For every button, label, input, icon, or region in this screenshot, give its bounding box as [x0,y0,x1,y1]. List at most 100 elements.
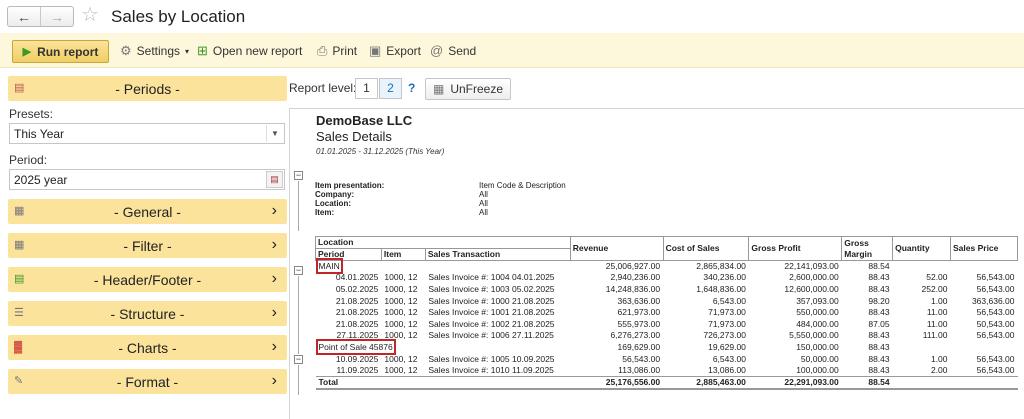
cell-profit: 150,000.00 [796,341,839,352]
settings-label: Settings [136,44,181,58]
cell-qty: 52.00 [926,272,948,283]
cell-period: 10.09.2025 [335,353,379,364]
presets-select[interactable]: This Year ▼ [9,123,285,144]
cell-profit: 2,600,000.00 [789,272,839,283]
structure-section-header[interactable]: ☰ - Structure - › [8,301,287,326]
cell-revenue: 25,006,927.00 [605,261,661,272]
run-report-button[interactable]: ▶ Run report [12,40,109,63]
favorite-star-icon[interactable]: ☆ [81,5,99,25]
back-arrow-icon[interactable]: ← [8,7,40,26]
cell-trx: Sales Invoice #: 1002 21.08.2025 [428,318,555,329]
general-section-header[interactable]: ▦ - General - › [8,199,287,224]
param-key: Location: [315,199,351,208]
cell-revenue: 113,086.00 [618,364,661,375]
cell-cost: 1,648,836.00 [696,283,746,294]
cell-profit: 50,000.00 [800,353,839,364]
unfreeze-button[interactable]: ▦ UnFreeze [425,78,511,100]
periods-section-header[interactable]: ▤ - Periods - [8,76,287,101]
send-label: Send [448,44,477,58]
col-sales-price: Sales Price [950,236,1018,261]
period-field[interactable]: 2025 year ▤ [9,169,285,190]
run-report-label: Run report [37,44,99,59]
col-location: Location [315,236,571,249]
table-row[interactable]: 10.09.2025 1000, 12 Sales Invoice #: 1005 … [316,353,1018,365]
param-row: Company: All [315,190,566,199]
collapse-toggle-icon[interactable]: − [294,171,303,180]
cell-profit: 12,600,000.00 [784,283,839,294]
param-key: Item presentation: [315,181,385,190]
collapse-toggle-icon[interactable]: − [294,266,303,275]
chevron-right-icon: › [271,372,277,389]
report-level-1-button[interactable]: 1 [355,78,378,99]
print-label: Print [332,44,358,58]
chevron-right-icon: › [271,202,277,219]
cell-price: 56,543.00 [976,364,1015,375]
period-label: Period: [9,153,48,167]
print-button[interactable]: ⎙ Print [317,44,357,58]
report-table: Location Revenue Cost of Sales Gross Pro… [315,236,1018,390]
table-row[interactable]: 21.08.2025 1000, 12 Sales Invoice #: 1001 … [316,307,1018,319]
cell-margin: 88.43 [868,330,890,341]
total-margin: 88.54 [841,375,893,390]
open-new-report-button[interactable]: ⊞ Open new report [197,44,302,58]
general-label: - General - [114,204,181,220]
chevron-right-icon: › [271,270,277,287]
chevron-right-icon: › [271,236,277,253]
unfreeze-label: UnFreeze [450,82,504,96]
format-icon: ✎ [14,375,24,387]
cell-item: 1000, 12 [384,353,418,364]
cell-margin: 98.20 [868,295,890,306]
table-row[interactable]: 27.11.2025 1000, 12 Sales Invoice #: 1006 … [316,330,1018,342]
send-button[interactable]: @ Send [430,44,476,58]
cell-cost: 2,865,834.00 [696,261,746,272]
table-row[interactable]: 04.01.2025 1000, 12 Sales Invoice #: 1004 … [316,272,1018,284]
chart-icon: ▓ [14,341,23,353]
total-cost: 2,885,463.00 [663,375,749,390]
format-section-header[interactable]: ✎ - Format - › [8,369,287,394]
group-name: Point of Sale 45876 [315,338,396,355]
cell-cost: 19,629.00 [708,341,746,352]
export-button[interactable]: ▣ Export [369,44,421,58]
table-row[interactable]: 21.08.2025 1000, 12 Sales Invoice #: 1002 … [316,318,1018,330]
group-row[interactable]: Point of Sale 45876 169,629.00 19,629.00… [315,338,1018,355]
forward-arrow-icon[interactable]: → [40,7,73,26]
charts-section-header[interactable]: ▓ - Charts - › [8,335,287,360]
new-report-icon: ⊞ [197,43,208,58]
param-key: Item: [315,208,335,217]
save-icon: ▣ [369,43,382,58]
cell-trx: Sales Invoice #: 1005 10.09.2025 [428,353,555,364]
table-row[interactable]: 21.08.2025 1000, 12 Sales Invoice #: 1000 … [316,295,1018,307]
cell-price: 50,543.00 [976,318,1015,329]
cell-profit: 5,550,000.00 [789,330,839,341]
group-line [298,276,299,354]
calendar-icon[interactable]: ▤ [266,171,283,188]
chevron-down-icon[interactable]: ▼ [266,125,283,142]
report-level-2-button[interactable]: 2 [379,78,402,99]
cell-revenue: 2,940,236.00 [610,272,661,283]
format-label: - Format - [116,374,179,390]
table-row[interactable]: 11.09.2025 1000, 12 Sales Invoice #: 1010 … [316,365,1018,377]
param-value: All [479,208,488,217]
cell-item: 1000, 12 [384,364,418,375]
cell-revenue: 621,973.00 [617,307,661,318]
cell-period: 21.08.2025 [335,318,379,329]
settings-menu[interactable]: ⚙ Settings ▾ [120,44,189,58]
table-row[interactable]: 05.02.2025 1000, 12 Sales Invoice #: 1003 … [316,284,1018,296]
group-row[interactable]: MAIN 25,006,927.00 2,865,834.00 22,141,0… [315,258,1018,275]
total-row[interactable]: Total 25,176,556.00 2,885,463.00 22,291,… [315,375,1018,390]
filter-label: - Filter - [123,238,172,254]
cell-period: 11.09.2025 [336,364,379,375]
filter-section-header[interactable]: ▦ - Filter - › [8,233,287,258]
cell-cost: 71,973.00 [708,318,746,329]
cell-cost: 6,543.00 [712,295,746,306]
help-icon[interactable]: ? [408,81,415,95]
cell-qty: 252.00 [921,283,948,294]
report-viewer[interactable]: DemoBase LLC Sales Details 01.01.2025 - … [289,108,1024,419]
collapse-toggle-icon[interactable]: − [294,355,303,364]
header-footer-section-header[interactable]: ▤ - Header/Footer - › [8,267,287,292]
settings-icon: ⚙ [120,43,132,58]
chevron-right-icon: › [271,338,277,355]
cell-trx: Sales Invoice #: 1004 04.01.2025 [428,272,555,283]
col-gross-profit: Gross Profit [748,236,843,261]
title-bar: ← → ☆ Sales by Location [0,0,1024,33]
